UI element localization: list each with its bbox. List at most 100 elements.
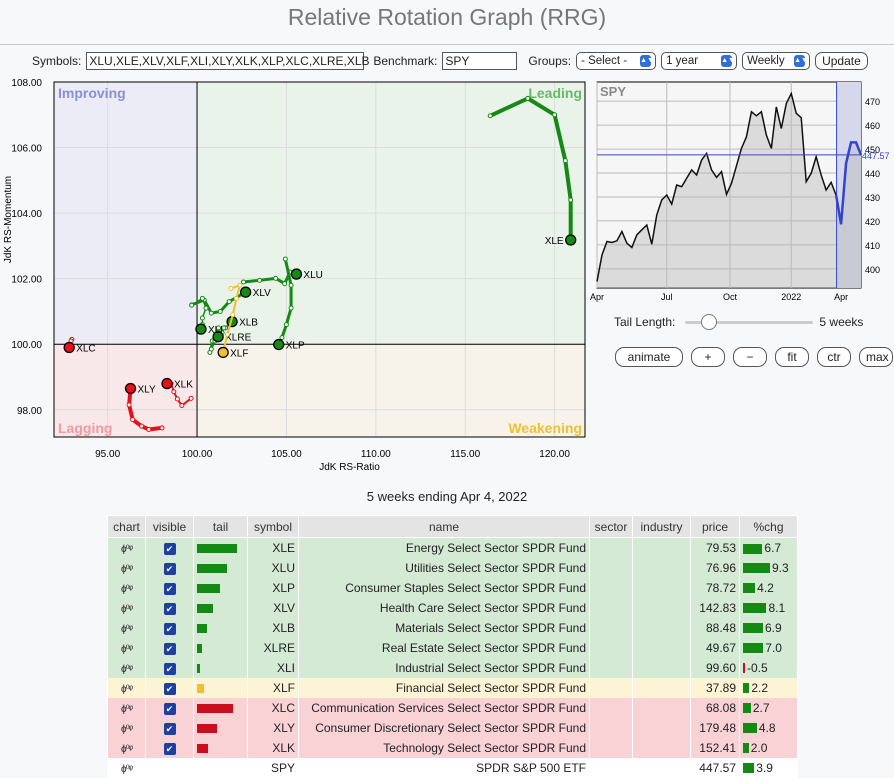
table-row[interactable]: ϕ⁰ᵠ ✔ XLU Utilities Select Sector SPDR F…: [107, 557, 798, 578]
symbol-cell[interactable]: XLC: [247, 697, 299, 718]
price-cell: 78.72: [690, 577, 740, 598]
chart-cell[interactable]: ϕ⁰ᵠ: [107, 657, 146, 678]
chart-cell[interactable]: ϕ⁰ᵠ: [107, 677, 146, 698]
visible-checkbox[interactable]: ✔: [163, 742, 176, 755]
symbol-marker[interactable]: [63, 341, 75, 354]
animate-button[interactable]: animate: [615, 347, 683, 367]
candlestick-icon[interactable]: ϕ⁰ᵠ: [121, 564, 133, 575]
tail-point: [273, 275, 279, 281]
table-row[interactable]: ϕ⁰ᵠ ✔ XLY Consumer Discretionary Select …: [107, 717, 798, 738]
table-row[interactable]: ϕ⁰ᵠ ✔ XLF Financial Select Sector SPDR F…: [107, 677, 798, 698]
table-row[interactable]: ϕ⁰ᵠ ✔ XLE Energy Select Sector SPDR Fund…: [107, 537, 798, 558]
col-chart[interactable]: chart: [107, 515, 146, 538]
col-name[interactable]: name: [298, 515, 590, 538]
col-symbol[interactable]: symbol: [247, 515, 299, 538]
chart-cell[interactable]: ϕ⁰ᵠ: [107, 577, 146, 598]
chart-cell[interactable]: ϕ⁰ᵠ: [107, 697, 146, 718]
table-row[interactable]: ϕ⁰ᵠ ✔ XLV Health Care Select Sector SPDR…: [107, 597, 798, 618]
visible-checkbox[interactable]: ✔: [163, 562, 176, 575]
frequency-select[interactable]: Weekly ▲▼: [742, 52, 811, 70]
visible-checkbox[interactable]: ✔: [163, 722, 176, 735]
table-row[interactable]: ϕ⁰ᵠ ✔ XLRE Real Estate Select Sector SPD…: [107, 637, 798, 658]
table-row[interactable]: ϕ⁰ᵠ ✔ XLK Technology Select Sector SPDR …: [107, 737, 798, 758]
symbol-cell[interactable]: XLY: [247, 717, 299, 738]
symbol-cell[interactable]: XLU: [247, 557, 299, 578]
table-row[interactable]: ϕ⁰ᵠ ✔ XLP Consumer Staples Select Sector…: [107, 577, 798, 598]
candlestick-icon[interactable]: ϕ⁰ᵠ: [121, 704, 133, 715]
symbol-cell[interactable]: SPY: [247, 757, 299, 778]
candlestick-icon[interactable]: ϕ⁰ᵠ: [121, 764, 133, 775]
col-sector[interactable]: sector: [589, 515, 633, 538]
col-chg[interactable]: %chg: [739, 515, 798, 538]
symbol-marker[interactable]: [124, 382, 137, 395]
rrg-chart[interactable]: 95.00 100.00 105.00 110.00 115.00 120.00 98.00…: [0, 74, 590, 474]
visible-checkbox[interactable]: ✔: [163, 542, 176, 555]
symbol-marker[interactable]: [217, 346, 229, 359]
symbol-cell[interactable]: XLF: [247, 677, 299, 698]
candlestick-icon[interactable]: ϕ⁰ᵠ: [121, 684, 133, 695]
symbol-marker[interactable]: [195, 323, 207, 335]
candlestick-icon[interactable]: ϕ⁰ᵠ: [121, 644, 133, 655]
candlestick-icon[interactable]: ϕ⁰ᵠ: [121, 604, 133, 615]
tail-length-slider[interactable]: [685, 314, 814, 330]
visible-checkbox[interactable]: ✔: [163, 642, 176, 655]
table-row[interactable]: ϕ⁰ᵠ ✔ XLI Industrial Select Sector SPDR …: [107, 657, 798, 678]
slider-knob[interactable]: [701, 314, 718, 330]
chart-cell[interactable]: ϕ⁰ᵠ: [107, 617, 146, 638]
visible-checkbox[interactable]: ✔: [163, 622, 176, 635]
symbol-cell[interactable]: XLI: [247, 657, 299, 678]
col-tail[interactable]: tail: [193, 515, 248, 538]
candlestick-icon[interactable]: ϕ⁰ᵠ: [121, 664, 133, 675]
chg-cell: 9.3: [739, 557, 798, 578]
y-tick-label: 440: [865, 169, 880, 179]
groups-select[interactable]: - Select - ▲▼: [576, 52, 657, 70]
tail-bar: [197, 563, 227, 573]
candlestick-icon[interactable]: ϕ⁰ᵠ: [121, 624, 133, 635]
candlestick-icon[interactable]: ϕ⁰ᵠ: [121, 584, 133, 595]
visible-checkbox[interactable]: ✔: [163, 682, 176, 695]
symbol-marker[interactable]: [273, 338, 285, 351]
col-industry[interactable]: industry: [632, 515, 691, 538]
table-row[interactable]: ϕ⁰ᵠ ✔ XLB Materials Select Sector SPDR F…: [107, 617, 798, 638]
fit-button[interactable]: fit: [775, 347, 809, 367]
chart-cell[interactable]: ϕ⁰ᵠ: [107, 557, 146, 578]
center-button[interactable]: ctr: [817, 347, 851, 367]
candlestick-icon[interactable]: ϕ⁰ᵠ: [121, 724, 133, 735]
chart-cell[interactable]: ϕ⁰ᵠ: [107, 597, 146, 618]
symbol-cell[interactable]: XLV: [247, 597, 299, 618]
symbol-cell[interactable]: XLE: [247, 537, 299, 558]
symbol-marker[interactable]: [290, 268, 303, 280]
visible-checkbox[interactable]: ✔: [163, 602, 176, 615]
symbols-input[interactable]: XLU,XLE,XLV,XLF,XLI,XLY,XLK,XLP,XLC,XLRE…: [86, 52, 370, 70]
table-row[interactable]: ϕ⁰ᵠ SPY SPDR S&P 500 ETF 447.57 3.9: [107, 757, 798, 778]
symbol-marker[interactable]: [240, 286, 252, 298]
col-visible[interactable]: visible: [145, 515, 194, 538]
chart-cell[interactable]: ϕ⁰ᵠ: [107, 717, 146, 738]
symbol-marker[interactable]: [161, 377, 173, 390]
chart-cell[interactable]: ϕ⁰ᵠ: [107, 637, 146, 658]
chart-cell[interactable]: ϕ⁰ᵠ: [107, 737, 146, 758]
candlestick-icon[interactable]: ϕ⁰ᵠ: [121, 544, 133, 555]
visible-cell: ✔: [145, 717, 194, 738]
symbol-cell[interactable]: XLP: [247, 577, 299, 598]
candlestick-icon[interactable]: ϕ⁰ᵠ: [121, 744, 133, 755]
tail-point: [257, 277, 263, 283]
symbol-cell[interactable]: XLRE: [247, 637, 299, 658]
visible-checkbox[interactable]: ✔: [163, 582, 176, 595]
zoom-out-button[interactable]: −: [733, 347, 767, 367]
visible-checkbox[interactable]: ✔: [163, 702, 176, 715]
visible-checkbox[interactable]: ✔: [163, 662, 176, 675]
col-price[interactable]: price: [690, 515, 740, 538]
max-button[interactable]: max: [859, 347, 893, 367]
chart-cell[interactable]: ϕ⁰ᵠ: [107, 757, 146, 778]
period-select[interactable]: 1 year ▲▼: [661, 52, 738, 70]
table-row[interactable]: ϕ⁰ᵠ ✔ XLC Communication Services Select …: [107, 697, 798, 718]
symbol-cell[interactable]: XLK: [247, 737, 299, 758]
symbol-cell[interactable]: XLB: [247, 617, 299, 638]
zoom-in-button[interactable]: +: [691, 347, 725, 367]
benchmark-input[interactable]: SPY: [442, 52, 518, 70]
symbols-label: Symbols:: [32, 54, 82, 68]
update-button[interactable]: Update: [815, 52, 868, 70]
symbol-marker[interactable]: [565, 234, 577, 246]
chart-cell[interactable]: ϕ⁰ᵠ: [107, 537, 146, 558]
